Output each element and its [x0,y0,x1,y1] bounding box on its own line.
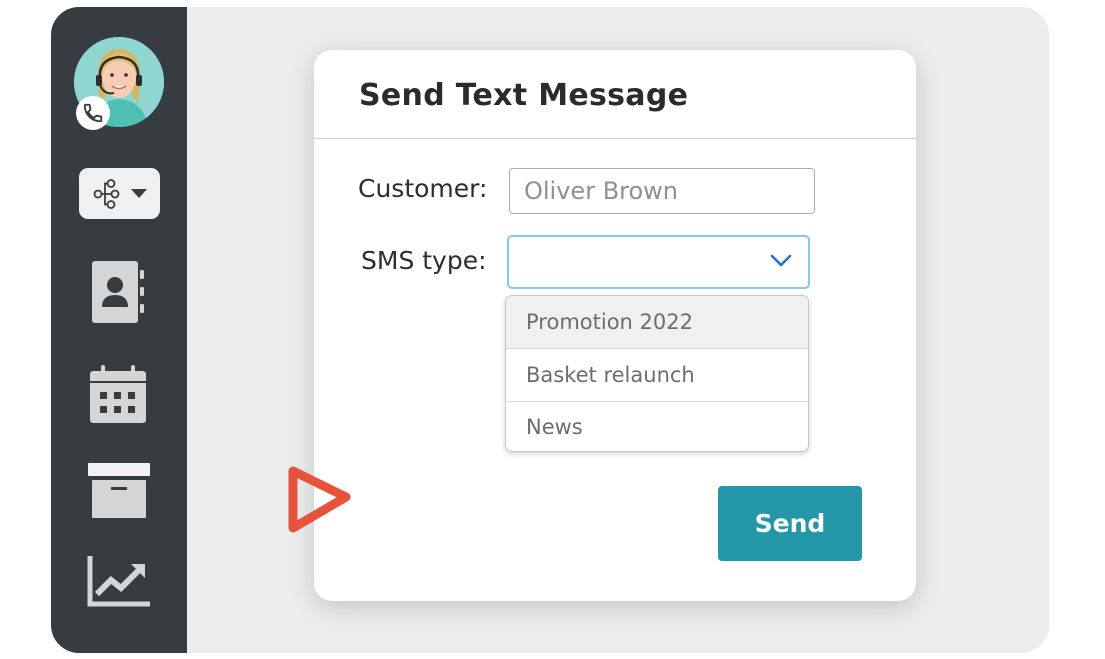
option-news[interactable]: News [506,402,808,451]
sms-type-dropdown: Promotion 2022 Basket relaunch News [505,295,809,452]
nav-archive[interactable] [87,462,151,524]
nav-analytics[interactable] [87,556,153,612]
nav-calendar[interactable] [87,363,147,429]
option-basket-relaunch[interactable]: Basket relaunch [506,349,808,402]
workflow-icon [93,178,119,209]
option-promotion-2022[interactable]: Promotion 2022 [506,296,808,349]
customer-label: Customer: [358,174,488,203]
dialog-divider [314,138,916,139]
workflow-menu-button[interactable] [79,168,160,219]
send-sms-dialog: Send Text Message Customer: SMS type: Pr… [314,50,916,601]
sidebar [51,7,187,653]
dialog-title: Send Text Message [359,78,689,113]
archive-icon [88,463,150,518]
play-decoration-icon [288,466,351,533]
sms-type-select[interactable] [507,235,810,289]
analytics-icon [87,556,150,607]
send-button[interactable]: Send [718,486,862,561]
customer-field[interactable] [509,168,815,214]
calendar-icon [90,365,146,423]
call-status-badge [76,96,110,130]
nav-contacts[interactable] [87,261,147,327]
chevron-down-icon[interactable] [770,254,792,268]
phone-icon [83,103,103,123]
contacts-icon [92,261,144,323]
sms-type-label: SMS type: [361,246,487,275]
caret-down-icon [130,188,147,198]
